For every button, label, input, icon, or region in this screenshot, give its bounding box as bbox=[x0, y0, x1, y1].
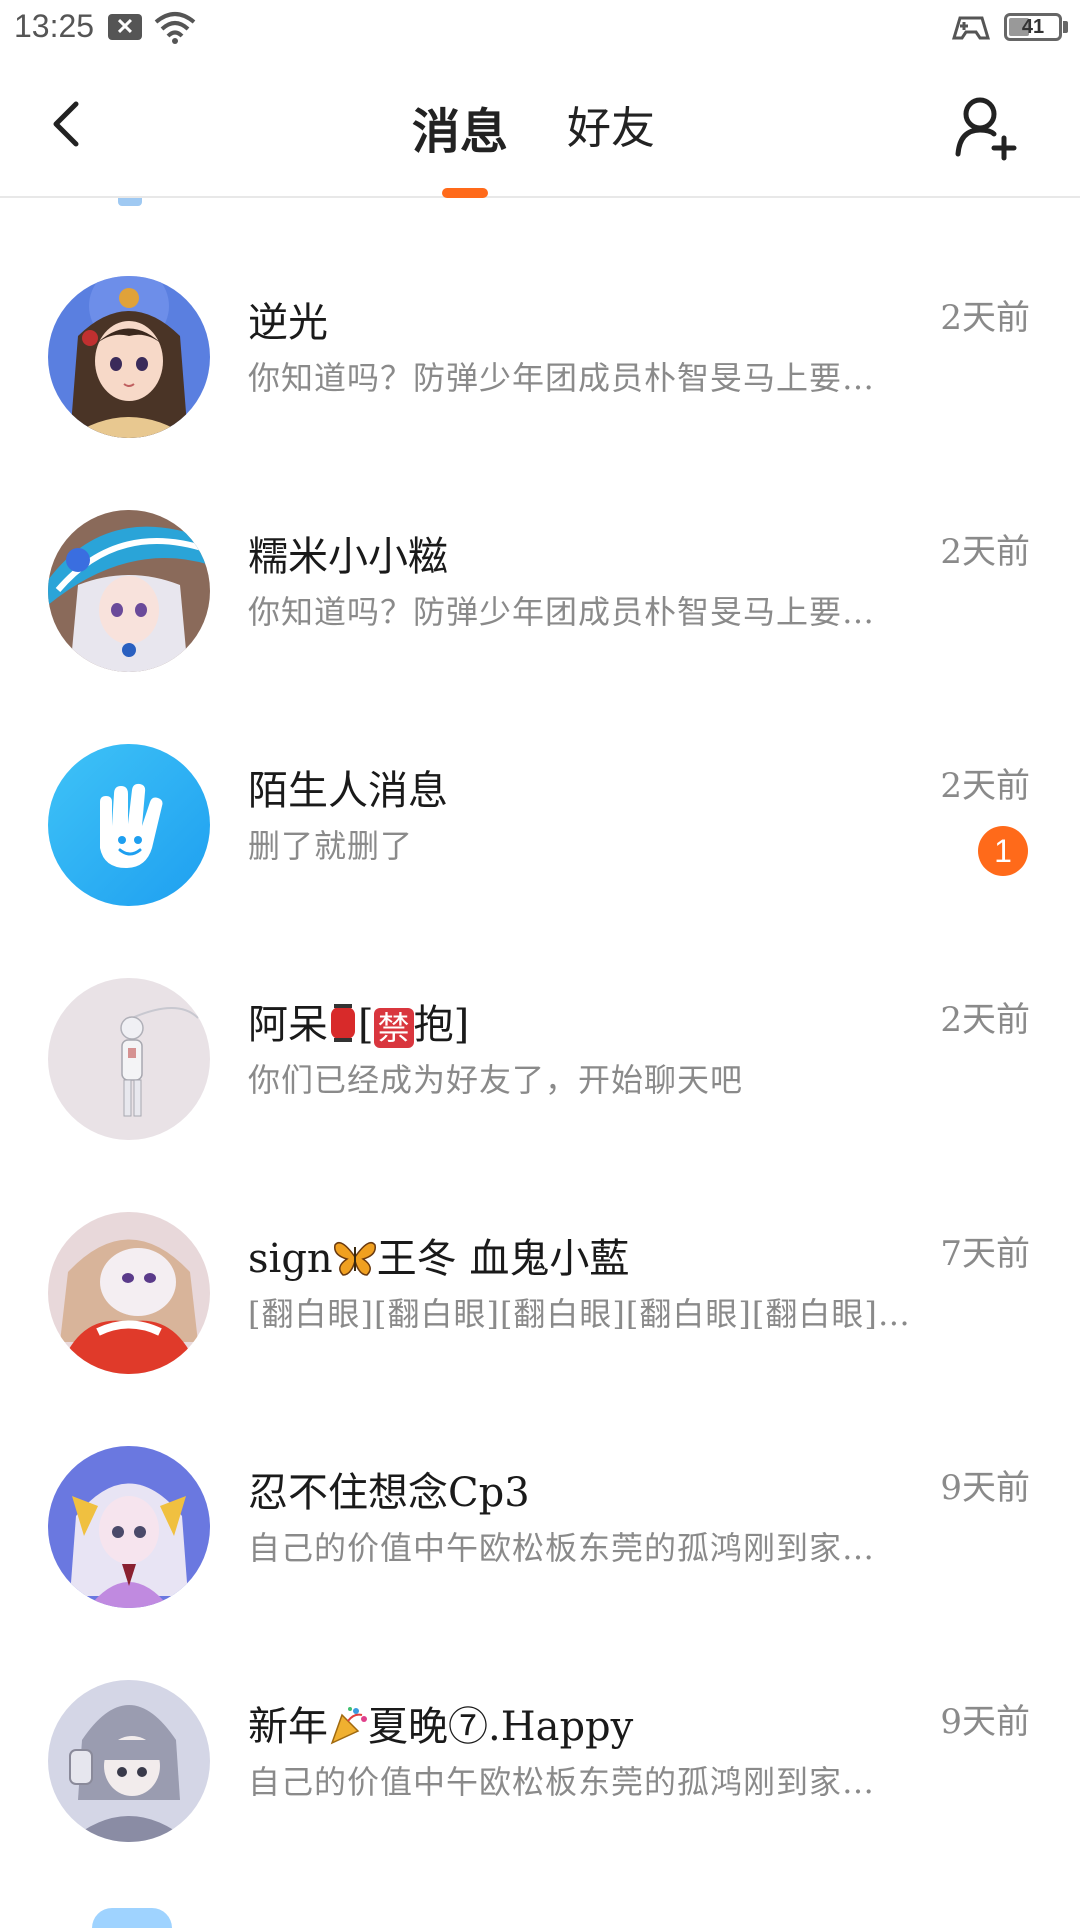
anime-girl-avatar-red bbox=[48, 1212, 210, 1374]
conversation-preview: 你知道吗？防弹少年团成员朴智旻马上要… bbox=[248, 593, 876, 631]
hand-icon-avatar bbox=[48, 744, 210, 906]
conversation-preview: 你们已经成为好友了，开始聊天吧 bbox=[248, 1061, 744, 1099]
battery-icon: 41 bbox=[1004, 13, 1062, 41]
conversation-name: sign 王冬 血鬼小藍 bbox=[248, 1226, 629, 1287]
conversation-row[interactable]: 新年 夏晚⑦.Happy 9天前 自己的价值中午欧松板东莞的孤鸿刚到家… bbox=[0, 1602, 1080, 1842]
conversation-name: 逆光 bbox=[248, 300, 328, 346]
conversation-name: 阿呆[禁抱] bbox=[248, 992, 469, 1053]
conversation-time: 9天前 bbox=[940, 1702, 1030, 1742]
conversation-preview: 你知道吗？防弹少年团成员朴智旻马上要… bbox=[248, 359, 876, 397]
battery-level: 41 bbox=[1021, 16, 1045, 38]
conversation-preview: [翻白眼][翻白眼][翻白眼][翻白眼][翻白眼]… bbox=[248, 1295, 911, 1333]
tab-messages[interactable]: 消息 bbox=[412, 92, 508, 162]
status-bar: 13:25 ✕ 41 bbox=[0, 0, 1080, 56]
notification-close-icon: ✕ bbox=[108, 14, 142, 40]
unread-badge: 1 bbox=[978, 826, 1028, 876]
conversation-row[interactable]: 糯米小小糍 2天前 你知道吗？防弹少年团成员朴智旻马上要… bbox=[0, 432, 1080, 672]
conversation-time: 7天前 bbox=[940, 1234, 1030, 1274]
conversation-row[interactable]: sign 王冬 血鬼小藍 7天前 [翻白眼][翻白眼][翻白眼][翻白眼][翻白眼… bbox=[0, 1134, 1080, 1374]
conversation-time: 9天前 bbox=[940, 1468, 1030, 1508]
conversation-preview: 自己的价值中午欧松板东莞的孤鸿刚到家… bbox=[248, 1529, 876, 1567]
anime-figure-avatar-white bbox=[48, 978, 210, 1140]
conversation-preview: 删了就删了 bbox=[248, 827, 414, 865]
conversation-row[interactable]: 陌生人消息 2天前 删了就删了 1 bbox=[0, 666, 1080, 906]
partial-avatar-below bbox=[92, 1908, 172, 1928]
back-arrow-icon[interactable] bbox=[40, 94, 100, 154]
top-nav: 消息 好友 bbox=[0, 56, 1080, 198]
tab-friends[interactable]: 好友 bbox=[567, 92, 655, 156]
conversation-time: 2天前 bbox=[940, 766, 1030, 806]
gamepad-icon bbox=[951, 16, 991, 40]
active-tab-indicator bbox=[442, 188, 488, 198]
anime-girl-avatar-purple bbox=[48, 1446, 210, 1608]
conversation-time: 2天前 bbox=[940, 1000, 1030, 1040]
party-popper-emoji-icon bbox=[328, 1705, 368, 1755]
anime-girl-avatar-blue bbox=[48, 276, 210, 438]
conversation-preview: 自己的价值中午欧松板东莞的孤鸿刚到家… bbox=[248, 1763, 876, 1801]
anime-girl-avatar-hat bbox=[48, 510, 210, 672]
conversation-row[interactable]: 逆光 2天前 你知道吗？防弹少年团成员朴智旻马上要… bbox=[0, 198, 1080, 438]
battery-tip bbox=[1063, 21, 1068, 33]
lantern-emoji-icon bbox=[328, 1003, 358, 1053]
conversation-name: 糯米小小糍 bbox=[248, 534, 448, 580]
conversation-name: 忍不住想念Cp3 bbox=[248, 1470, 530, 1516]
conversation-row[interactable]: 忍不住想念Cp3 9天前 自己的价值中午欧松板东莞的孤鸿刚到家… bbox=[0, 1368, 1080, 1608]
prohibited-emoji-icon: 禁 bbox=[373, 1008, 414, 1048]
conversation-name: 新年 夏晚⑦.Happy bbox=[248, 1694, 633, 1755]
conversation-time: 2天前 bbox=[940, 298, 1030, 338]
conversation-time: 2天前 bbox=[940, 532, 1030, 572]
add-friend-icon[interactable] bbox=[950, 92, 1020, 162]
conversation-name: 陌生人消息 bbox=[248, 768, 448, 814]
status-time: 13:25 bbox=[14, 8, 95, 44]
wifi-icon bbox=[154, 12, 196, 44]
conversation-row[interactable]: 阿呆[禁抱] 2天前 你们已经成为好友了，开始聊天吧 bbox=[0, 900, 1080, 1140]
anime-hood-avatar-grey bbox=[48, 1680, 210, 1842]
butterfly-emoji-icon bbox=[333, 1237, 377, 1287]
